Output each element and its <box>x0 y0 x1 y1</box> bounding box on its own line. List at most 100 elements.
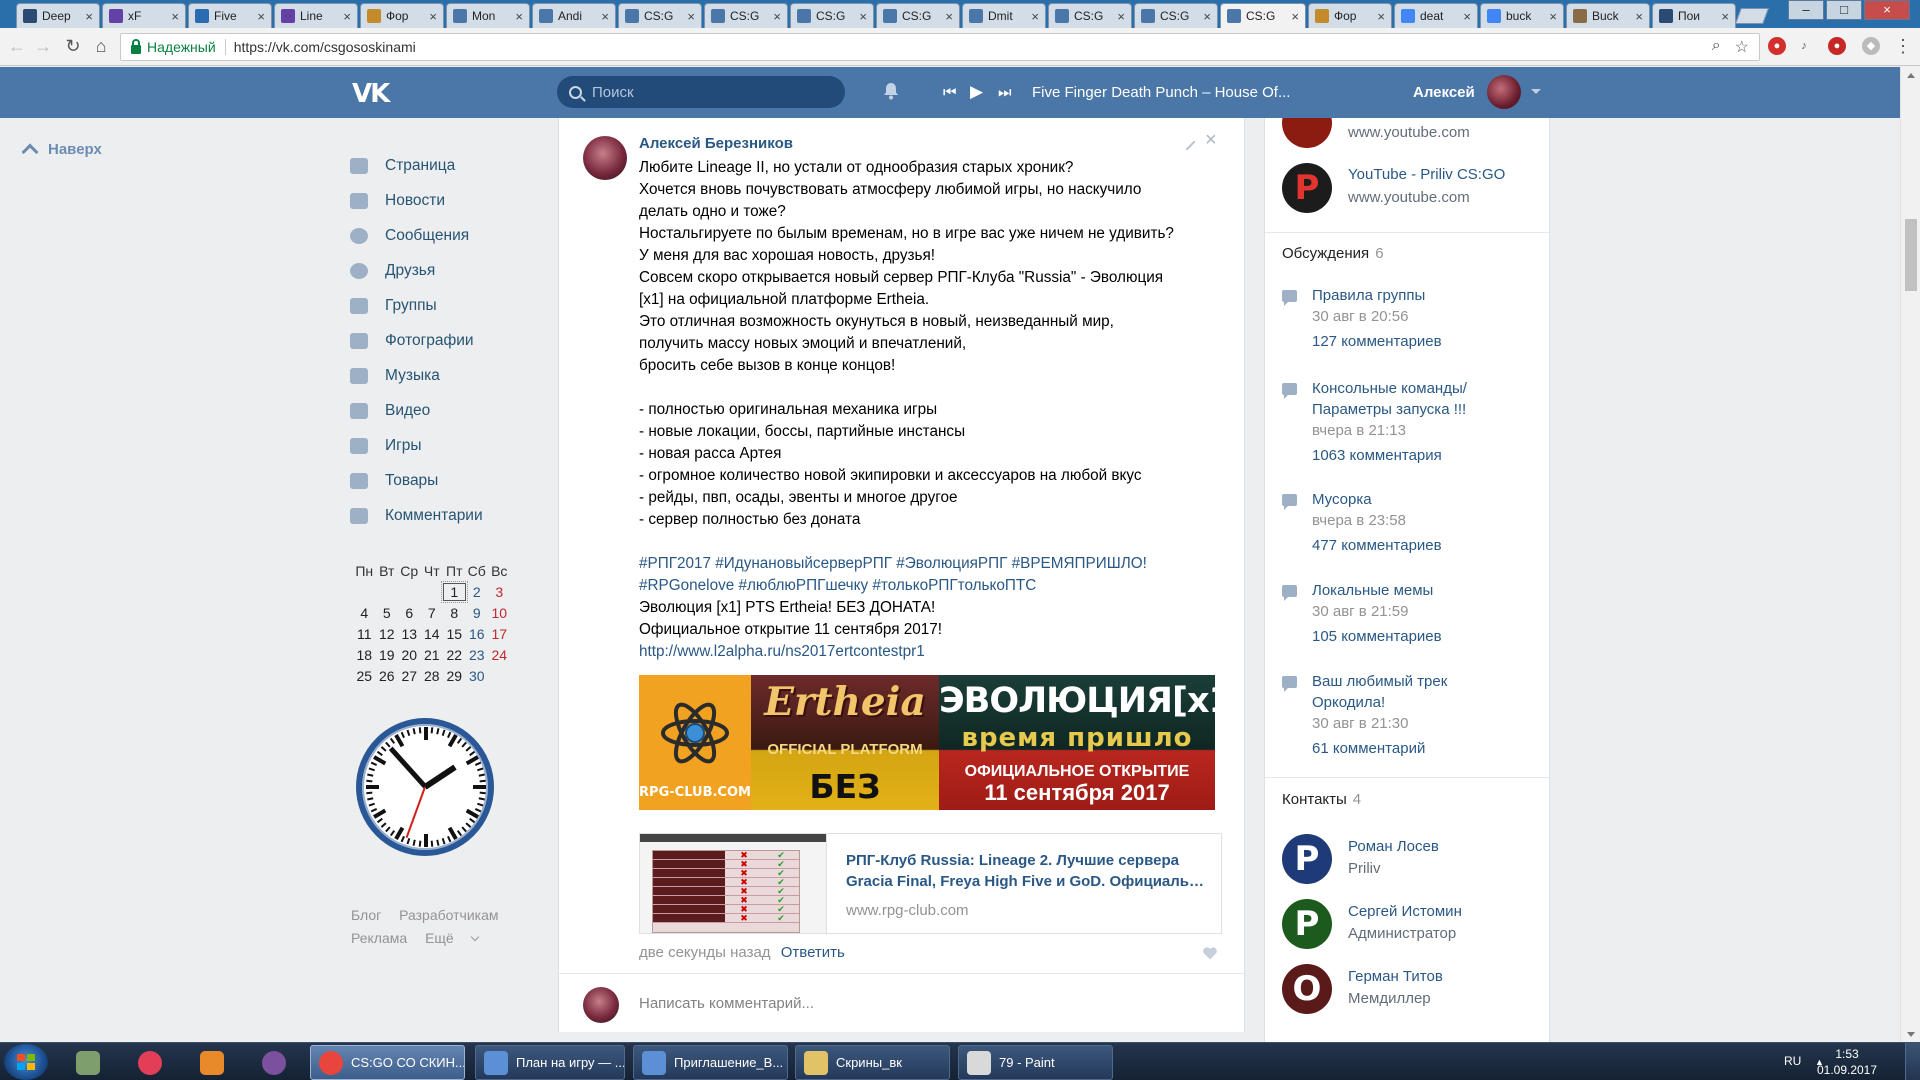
calendar-day[interactable]: 9 <box>466 605 489 621</box>
sidebar-item[interactable]: Группы <box>350 288 483 323</box>
bookmark-star-icon[interactable]: ☆ <box>1735 37 1749 57</box>
close-tab-icon[interactable]: × <box>85 9 93 24</box>
header-avatar[interactable] <box>1487 75 1521 109</box>
post-time[interactable]: две секунды назад <box>639 944 771 961</box>
header-username[interactable]: Алексей <box>1413 84 1475 101</box>
footer-blog-link[interactable]: Блог <box>351 907 381 923</box>
sidebar-item[interactable]: Комментарии <box>350 498 483 533</box>
close-tab-icon[interactable]: × <box>1377 9 1385 24</box>
close-tab-icon[interactable]: × <box>773 9 781 24</box>
browser-tab[interactable]: Фор × <box>1308 3 1392 28</box>
post-author-name[interactable]: Алексей Березников <box>639 135 793 152</box>
discussion-comments[interactable]: 477 комментариев <box>1312 537 1442 554</box>
calendar-day[interactable]: 26 <box>376 668 399 684</box>
close-tab-icon[interactable]: × <box>1549 9 1557 24</box>
post-link[interactable]: http://www.l2alpha.ru/ns2017ertcontestpr… <box>639 641 1229 663</box>
sidebar-item[interactable]: Игры <box>350 428 483 463</box>
browser-tab[interactable]: deat × <box>1394 3 1478 28</box>
calendar-day[interactable]: 12 <box>376 626 399 642</box>
close-tab-icon[interactable]: × <box>1635 9 1643 24</box>
browser-tab[interactable]: Mon × <box>446 3 530 28</box>
bell-icon[interactable] <box>882 82 900 100</box>
scrollbar-thumb[interactable] <box>1905 219 1917 291</box>
calendar-day[interactable]: 2 <box>466 584 489 600</box>
link-item[interactable]: P YouTube - Priliv CS:GO www.youtube.com <box>1282 163 1542 213</box>
comment-input[interactable] <box>639 995 1199 1012</box>
menu-icon[interactable]: ⋮ <box>1892 36 1914 57</box>
calendar-day[interactable]: 4 <box>353 605 376 621</box>
contacts-header[interactable]: Контакты 4 <box>1282 791 1361 808</box>
browser-tab[interactable]: Фор × <box>360 3 444 28</box>
browser-tab[interactable]: CS:G × <box>1134 3 1218 28</box>
browser-tab[interactable]: xF × <box>102 3 186 28</box>
browser-tab[interactable]: Five × <box>188 3 272 28</box>
calendar-day[interactable]: 17 <box>488 626 511 642</box>
close-tab-icon[interactable]: × <box>343 9 351 24</box>
discussion-title[interactable]: Ваш любимый трек Оркодила! <box>1312 671 1512 713</box>
snippet-title[interactable]: РПГ-Клуб Russia: Lineage 2. Лучшие серве… <box>846 850 1211 892</box>
close-tab-icon[interactable]: × <box>1463 9 1471 24</box>
calendar-day[interactable]: 1 <box>441 580 468 603</box>
search-input[interactable] <box>592 83 822 101</box>
search-box[interactable] <box>557 76 845 108</box>
pinned-computer[interactable] <box>60 1046 116 1079</box>
close-tab-icon[interactable]: × <box>1721 9 1729 24</box>
calendar-day[interactable]: 7 <box>421 605 444 621</box>
link-item[interactable]: www.youtube.com <box>1282 118 1542 148</box>
discussion-title[interactable]: Правила группы <box>1312 285 1512 306</box>
browser-tab[interactable]: Deep × <box>16 3 100 28</box>
url-text[interactable]: https://vk.com/csgososkinami <box>234 39 416 55</box>
close-tab-icon[interactable]: × <box>945 9 953 24</box>
notification-extension-icon[interactable]: ● <box>1828 37 1846 55</box>
address-bar[interactable]: Надежный https://vk.com/csgososkinami ⌕ … <box>120 33 1760 61</box>
close-tab-icon[interactable]: × <box>1203 9 1211 24</box>
discussion-title[interactable]: Мусорка <box>1312 489 1512 510</box>
forward-icon[interactable]: → <box>32 36 54 57</box>
contact-name[interactable]: Сергей Истомин <box>1348 903 1462 920</box>
footer-ads-link[interactable]: Реклама <box>351 930 407 946</box>
discussion-title[interactable]: Локальные мемы <box>1312 580 1512 601</box>
link-snippet[interactable]: ✖ ✔ ✖ ✔ ✖ ✔ ✖ ✔ ✖ ✔ ✖ ✔ ✖ ✔ ✖ ✔ РПГ-Клуб Russia: Lineag… <box>639 833 1222 934</box>
browser-tab[interactable]: CS:G × <box>704 3 788 28</box>
calendar-day[interactable]: 29 <box>443 668 466 684</box>
calendar-day[interactable]: 3 <box>488 584 511 600</box>
close-tab-icon[interactable]: × <box>1031 9 1039 24</box>
taskbar-window-button[interactable]: 79 - Paint <box>958 1045 1113 1080</box>
post-banner-image[interactable]: RPG-CLUB.COM Ertheia OFFICIAL PLATFORM Б… <box>639 675 1215 810</box>
discussion-comments[interactable]: 1063 комментария <box>1312 447 1442 464</box>
maximize-button[interactable]: □ <box>1826 0 1862 20</box>
vk-logo[interactable]: VK <box>352 79 392 109</box>
close-tab-icon[interactable]: × <box>859 9 867 24</box>
close-tab-icon[interactable]: × <box>171 9 179 24</box>
scroll-down-icon[interactable] <box>1907 1032 1915 1037</box>
sidebar-item[interactable]: Товары <box>350 463 483 498</box>
back-icon[interactable]: ← <box>6 36 28 57</box>
chevron-down-icon[interactable] <box>1531 89 1541 94</box>
discussion-title[interactable]: Консольные команды/ Параметры запуска !!… <box>1312 378 1512 420</box>
browser-tab[interactable]: CS:G × <box>790 3 874 28</box>
scroll-up-icon[interactable] <box>1907 73 1915 78</box>
close-tab-icon[interactable]: × <box>1117 9 1125 24</box>
link-name[interactable]: YouTube - Priliv CS:GO <box>1348 166 1505 183</box>
new-tab-button[interactable] <box>1735 8 1769 24</box>
calendar-day[interactable]: 25 <box>353 668 376 684</box>
post-hashtags[interactable]: #РПГ2017 #ИдунановыйсерверРПГ #ЭволюцияР… <box>639 553 1229 575</box>
close-tab-icon[interactable]: × <box>1291 9 1299 24</box>
calendar-day[interactable]: 18 <box>353 647 376 663</box>
sidebar-item[interactable]: Фотографии <box>350 323 483 358</box>
browser-tab[interactable]: CS:G × <box>876 3 960 28</box>
calendar-day[interactable]: 8 <box>443 605 466 621</box>
calendar-day[interactable]: 30 <box>466 668 489 684</box>
language-indicator[interactable]: RU <box>1784 1054 1801 1068</box>
close-tab-icon[interactable]: × <box>429 9 437 24</box>
now-playing-track[interactable]: Five Finger Death Punch – House Of... <box>1032 84 1290 101</box>
heart-icon[interactable] <box>1203 947 1217 960</box>
discussion-comments[interactable]: 105 комментариев <box>1312 628 1442 645</box>
pinned-itunes[interactable] <box>122 1046 178 1079</box>
sidebar-item[interactable]: Друзья <box>350 253 483 288</box>
calendar-day[interactable]: 15 <box>443 626 466 642</box>
contact-item[interactable]: O Герман Титов Мемдиллер <box>1282 964 1542 1014</box>
browser-tab[interactable]: Line × <box>274 3 358 28</box>
footer-more-link[interactable]: Ещё <box>425 930 479 946</box>
zoom-icon[interactable]: ⌕ <box>1712 37 1721 57</box>
